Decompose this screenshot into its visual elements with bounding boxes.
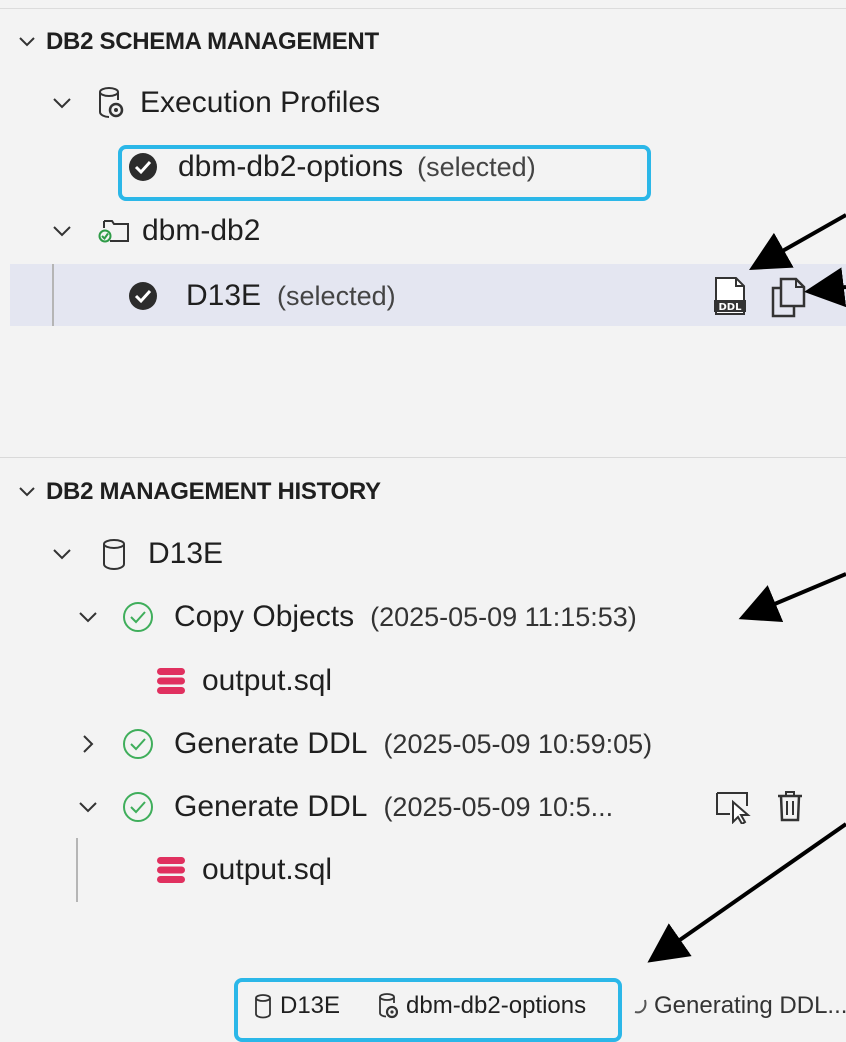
annotation-arrows	[647, 213, 846, 963]
arrow-to-copy-objects	[738, 572, 846, 623]
arrow-to-copy-icon	[804, 267, 846, 308]
arrow-to-status-bar	[647, 822, 846, 963]
arrow-to-ddl-icon	[749, 213, 846, 270]
